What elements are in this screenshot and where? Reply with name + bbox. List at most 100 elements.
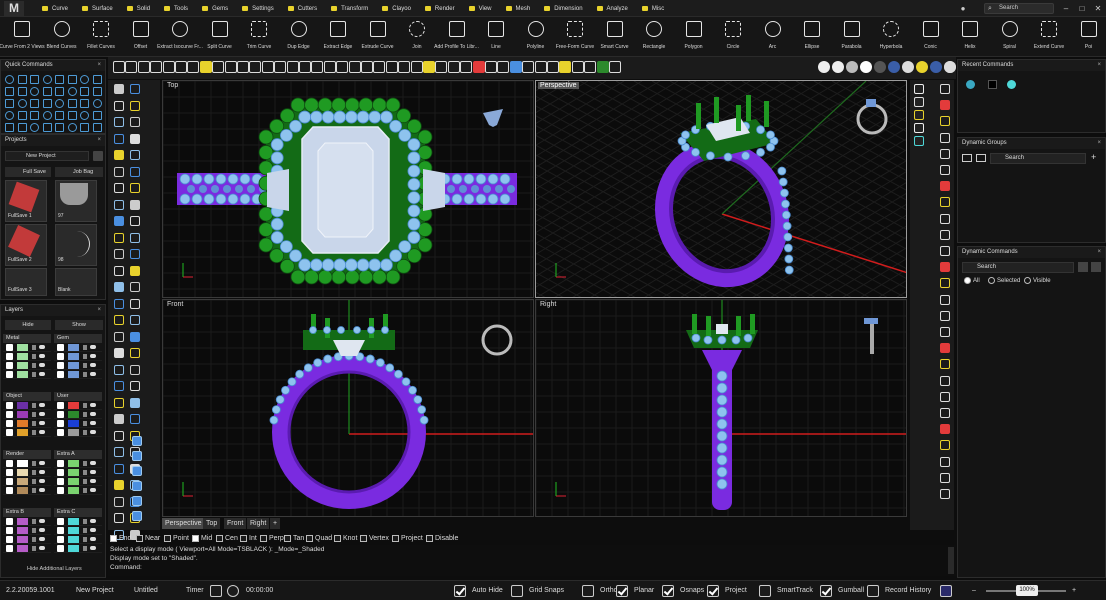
ribbon-tool[interactable]: Rectangle xyxy=(632,17,676,57)
view-mode-icon[interactable] xyxy=(914,136,924,146)
eye-icon[interactable] xyxy=(90,372,96,376)
eye-icon[interactable] xyxy=(90,403,96,407)
osnap-near[interactable]: Near xyxy=(136,533,160,544)
layer-color-swatch[interactable] xyxy=(17,545,28,552)
layer-checkbox[interactable] xyxy=(6,536,13,543)
layer-row[interactable] xyxy=(3,535,51,544)
layer-color-swatch[interactable] xyxy=(68,469,79,476)
quick-command-icon[interactable] xyxy=(5,75,14,84)
render-mode-icon[interactable] xyxy=(902,61,914,73)
menu-tab-analyze[interactable]: Analyze xyxy=(591,0,636,17)
layer-checkbox[interactable] xyxy=(57,344,64,351)
eye-icon[interactable] xyxy=(90,537,96,541)
app-logo[interactable]: M xyxy=(4,1,24,16)
layer-row[interactable] xyxy=(54,517,102,526)
layer-color-swatch[interactable] xyxy=(17,371,28,378)
list-icon[interactable] xyxy=(1078,262,1088,272)
layer-row[interactable] xyxy=(3,428,51,437)
layer-color-swatch[interactable] xyxy=(68,362,79,369)
toggle-grid-snaps[interactable] xyxy=(511,585,523,597)
layer-color-swatch[interactable] xyxy=(17,536,28,543)
quick-command-icon[interactable] xyxy=(55,75,64,84)
toggle-ortho[interactable] xyxy=(582,585,594,597)
layer-row[interactable] xyxy=(3,459,51,468)
eye-icon[interactable] xyxy=(39,528,45,532)
lock-icon[interactable] xyxy=(83,345,87,350)
layer-row[interactable] xyxy=(3,401,51,410)
eye-icon[interactable] xyxy=(39,412,45,416)
add-group-button[interactable]: + xyxy=(1091,152,1096,162)
hide-layers-button[interactable]: Hide xyxy=(5,320,51,330)
toggle-project[interactable] xyxy=(707,585,719,597)
ribbon-tool[interactable]: Fillet Curves xyxy=(79,17,123,57)
side-tool-icon[interactable] xyxy=(132,436,142,446)
quick-command-icon[interactable] xyxy=(30,87,39,96)
side-tool-icon[interactable] xyxy=(130,133,140,144)
layer-color-swatch[interactable] xyxy=(17,460,28,467)
side-tool-icon[interactable] xyxy=(130,100,140,111)
osnap-point[interactable]: Point xyxy=(164,533,189,544)
menu-tab-transform[interactable]: Transform xyxy=(325,0,376,17)
layer-group-header[interactable]: Gem xyxy=(54,334,102,343)
quick-command-icon[interactable] xyxy=(80,111,89,120)
viewport-tab[interactable]: Top xyxy=(203,518,221,529)
layer-color-swatch[interactable] xyxy=(68,478,79,485)
layer-row[interactable] xyxy=(3,477,51,486)
layer-row[interactable] xyxy=(54,401,102,410)
viewport-tool-icon[interactable] xyxy=(137,61,150,73)
ribbon-tool[interactable]: Line xyxy=(474,17,518,57)
layer-color-swatch[interactable] xyxy=(68,411,79,418)
quick-command-icon[interactable] xyxy=(5,87,14,96)
viewport-tool-icon[interactable] xyxy=(410,61,423,73)
quick-command-icon[interactable] xyxy=(92,75,102,84)
ribbon-tool[interactable]: Polygon xyxy=(672,17,716,57)
right-tool-icon[interactable] xyxy=(940,391,950,402)
quick-command-icon[interactable] xyxy=(67,75,77,84)
project-select[interactable]: New Project xyxy=(5,151,89,161)
side-tool-icon[interactable] xyxy=(114,480,124,490)
right-tool-icon[interactable] xyxy=(940,148,950,159)
ribbon-tool[interactable]: Extrude Curve xyxy=(356,17,400,57)
viewport-tool-icon[interactable] xyxy=(311,61,324,73)
layer-group-header[interactable]: Extra B xyxy=(3,508,51,517)
ribbon-tool[interactable]: Conic xyxy=(909,17,953,57)
layer-row[interactable] xyxy=(54,343,102,352)
eye-icon[interactable] xyxy=(39,519,45,523)
view-mode-icon[interactable] xyxy=(914,97,924,107)
side-tool-icon[interactable] xyxy=(130,150,140,160)
viewport-top[interactable]: Top xyxy=(162,80,534,298)
layer-group-header[interactable]: Extra A xyxy=(54,450,102,459)
eye-icon[interactable] xyxy=(90,430,96,434)
osnap-perp[interactable]: Perp xyxy=(260,533,284,544)
ribbon-tool[interactable]: Poi xyxy=(1067,17,1106,57)
quick-command-icon[interactable] xyxy=(80,75,89,84)
layer-row[interactable] xyxy=(54,428,102,437)
show-layers-button[interactable]: Show xyxy=(55,320,103,330)
side-tool-icon[interactable] xyxy=(114,84,124,94)
right-tool-icon[interactable] xyxy=(940,100,950,111)
ribbon-tool[interactable]: Parabola xyxy=(830,17,874,57)
eye-icon[interactable] xyxy=(90,546,96,550)
quick-command-icon[interactable] xyxy=(5,111,14,120)
lock-icon[interactable] xyxy=(32,537,36,542)
viewport-tab[interactable]: Front xyxy=(224,518,247,529)
ribbon-tool[interactable]: Circle xyxy=(711,17,755,57)
viewport-tool-icon[interactable] xyxy=(199,61,212,73)
eye-icon[interactable] xyxy=(90,470,96,474)
viewport-tool-icon[interactable] xyxy=(125,61,138,73)
side-tool-icon[interactable] xyxy=(114,381,124,391)
layer-color-swatch[interactable] xyxy=(68,429,79,436)
ribbon-tool[interactable]: Join xyxy=(395,17,439,57)
render-mode-icon[interactable] xyxy=(916,61,928,73)
side-tool-icon[interactable] xyxy=(132,481,142,491)
side-tool-icon[interactable] xyxy=(130,117,140,127)
layer-row[interactable] xyxy=(3,517,51,526)
dynamic-commands-search[interactable]: Search xyxy=(962,262,1074,273)
viewport-tool-icon[interactable] xyxy=(447,61,460,73)
side-tool-icon[interactable] xyxy=(114,100,124,111)
layer-checkbox[interactable] xyxy=(6,402,13,409)
right-tool-icon[interactable] xyxy=(940,456,950,467)
side-tool-icon[interactable] xyxy=(132,511,142,521)
lock-icon[interactable] xyxy=(83,430,87,435)
side-tool-icon[interactable] xyxy=(130,232,140,243)
